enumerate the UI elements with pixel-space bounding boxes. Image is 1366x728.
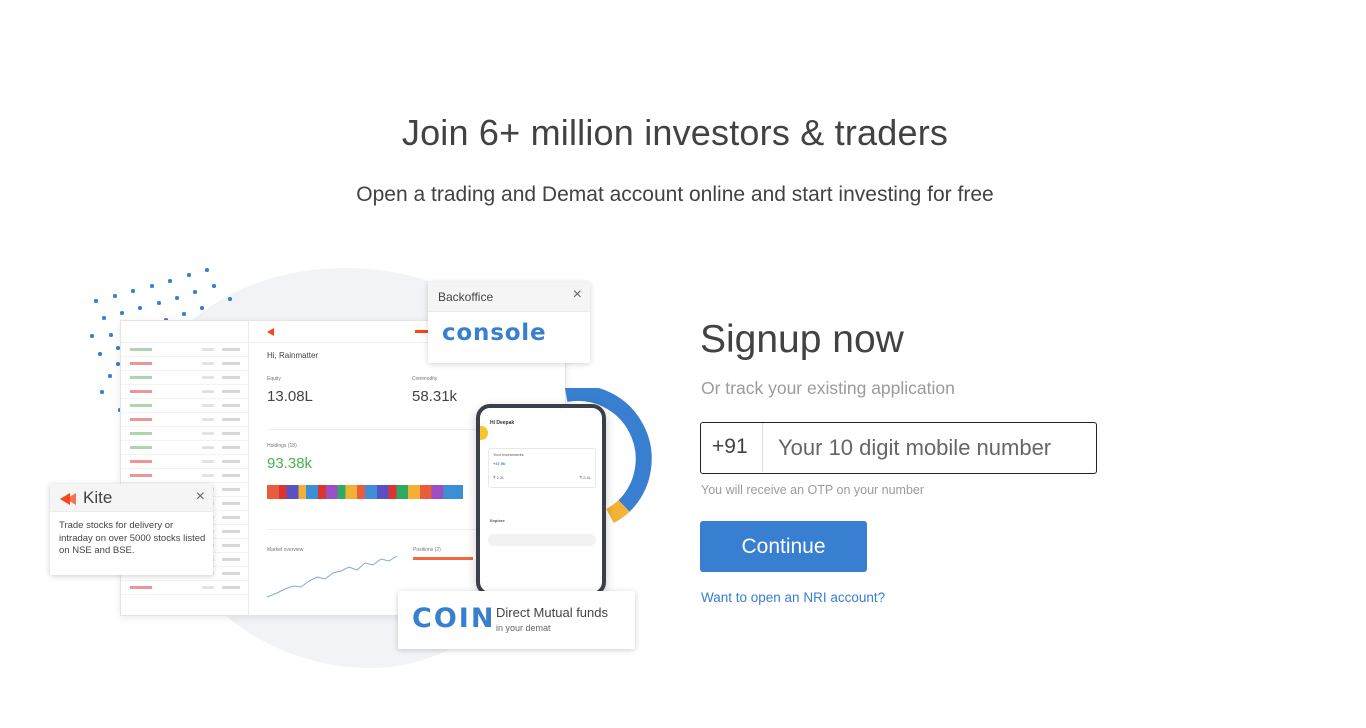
holdings-value: 93.38k — [267, 455, 313, 472]
commodity-label: Commodity — [412, 376, 438, 382]
phone-greeting: Hi Deepak — [490, 420, 515, 426]
otp-note: You will receive an OTP on your number — [701, 483, 925, 497]
watchlist-row — [121, 357, 248, 371]
commodity-value: 58.31k — [412, 388, 458, 405]
nri-account-link[interactable]: Want to open an NRI account? — [701, 590, 885, 605]
watchlist-row — [121, 385, 248, 399]
coin-title: Direct Mutual funds — [496, 605, 608, 620]
watchlist-row — [121, 581, 248, 595]
coin-subtitle: in your demat — [496, 623, 551, 633]
phone-investments-label: Your investments — [493, 452, 524, 457]
decorative-dot — [98, 352, 102, 356]
decorative-dot — [157, 301, 161, 305]
watchlist-row — [121, 441, 248, 455]
decorative-dot — [193, 290, 197, 294]
decorative-dot — [200, 306, 204, 310]
phone-explore-label: Explore — [490, 518, 505, 523]
phone-accent-circle — [480, 426, 488, 440]
decorative-dot — [138, 306, 142, 310]
watchlist-row — [121, 469, 248, 483]
coin-logo: COIN — [412, 603, 496, 634]
positions-bar — [413, 557, 473, 560]
decorative-dot — [182, 312, 186, 316]
watchlist-row — [121, 427, 248, 441]
hero-subtitle: Open a trading and Demat account online … — [356, 183, 994, 206]
phone-investments-value: +47.9k — [493, 461, 506, 466]
holdings-label: Holdings (18) — [267, 443, 297, 449]
kite-name: Kite — [83, 488, 113, 507]
decorative-dot — [187, 273, 191, 277]
kite-description: Trade stocks for delivery or intraday on… — [59, 520, 206, 556]
decorative-dot — [131, 289, 135, 293]
decorative-dot — [113, 294, 117, 298]
watchlist-topbar — [121, 321, 248, 343]
positions-label: Positions (2) — [413, 547, 441, 553]
decorative-dot — [116, 346, 120, 350]
watchlist-row — [121, 413, 248, 427]
coin-card: COIN Direct Mutual funds in your demat — [398, 591, 635, 649]
phone-investments-card: Your investments +47.9k ₹ 2.2L ₹ 2.4L — [488, 448, 596, 488]
backoffice-title: Backoffice — [438, 290, 494, 304]
console-logo: console — [442, 320, 547, 346]
decorative-dot — [228, 297, 232, 301]
watchlist-row — [121, 343, 248, 357]
decorative-dot — [116, 362, 120, 366]
decorative-dot — [175, 296, 179, 300]
mobile-number-input[interactable] — [764, 423, 1094, 472]
close-icon: × — [195, 488, 205, 505]
phone-search-bar — [488, 534, 596, 546]
hero-title: Join 6+ million investors & traders — [401, 112, 949, 153]
decorative-dot — [90, 334, 94, 338]
coin-mobile-app-screenshot: Hi Deepak Your investments +47.9k ₹ 2.2L… — [476, 404, 606, 596]
equity-label: Equity — [267, 376, 281, 382]
kite-logo-icon — [267, 328, 274, 336]
decorative-dot — [109, 333, 113, 337]
phone-invested-value: ₹ 2.2L — [493, 475, 505, 480]
holdings-heatmap — [267, 485, 463, 499]
equity-value: 13.08L — [267, 388, 313, 405]
decorative-dot — [205, 268, 209, 272]
decorative-dot — [150, 284, 154, 288]
country-code-prefix: +91 — [701, 423, 763, 472]
watchlist-row — [121, 371, 248, 385]
decorative-dot — [212, 284, 216, 288]
phone-current-value: ₹ 2.4L — [579, 475, 591, 480]
close-icon: × — [572, 286, 582, 303]
continue-button[interactable]: Continue — [700, 521, 867, 572]
kite-card-header: Kite × — [50, 484, 213, 512]
decorative-dot — [108, 374, 112, 378]
kite-logo-icon — [66, 493, 76, 505]
decorative-dot — [120, 311, 124, 315]
decorative-dot — [168, 279, 172, 283]
backoffice-card: Backoffice × console — [428, 282, 590, 363]
product-illustration: Hi, Rainmatter Equity 13.08L Commodity 5… — [48, 262, 658, 672]
backoffice-card-header: Backoffice × — [428, 282, 590, 312]
signup-subtitle: Or track your existing application — [701, 378, 955, 398]
watchlist-row — [121, 399, 248, 413]
kite-card: Kite × Trade stocks for delivery or intr… — [50, 484, 213, 575]
market-overview-line-chart — [267, 555, 398, 598]
mobile-number-field: +91 — [700, 422, 1097, 474]
decorative-dot — [102, 316, 106, 320]
decorative-dot — [100, 390, 104, 394]
dashboard-greeting: Hi, Rainmatter — [267, 351, 319, 360]
watchlist-row — [121, 455, 248, 469]
decorative-dot — [94, 299, 98, 303]
signup-title: Signup now — [700, 318, 904, 361]
